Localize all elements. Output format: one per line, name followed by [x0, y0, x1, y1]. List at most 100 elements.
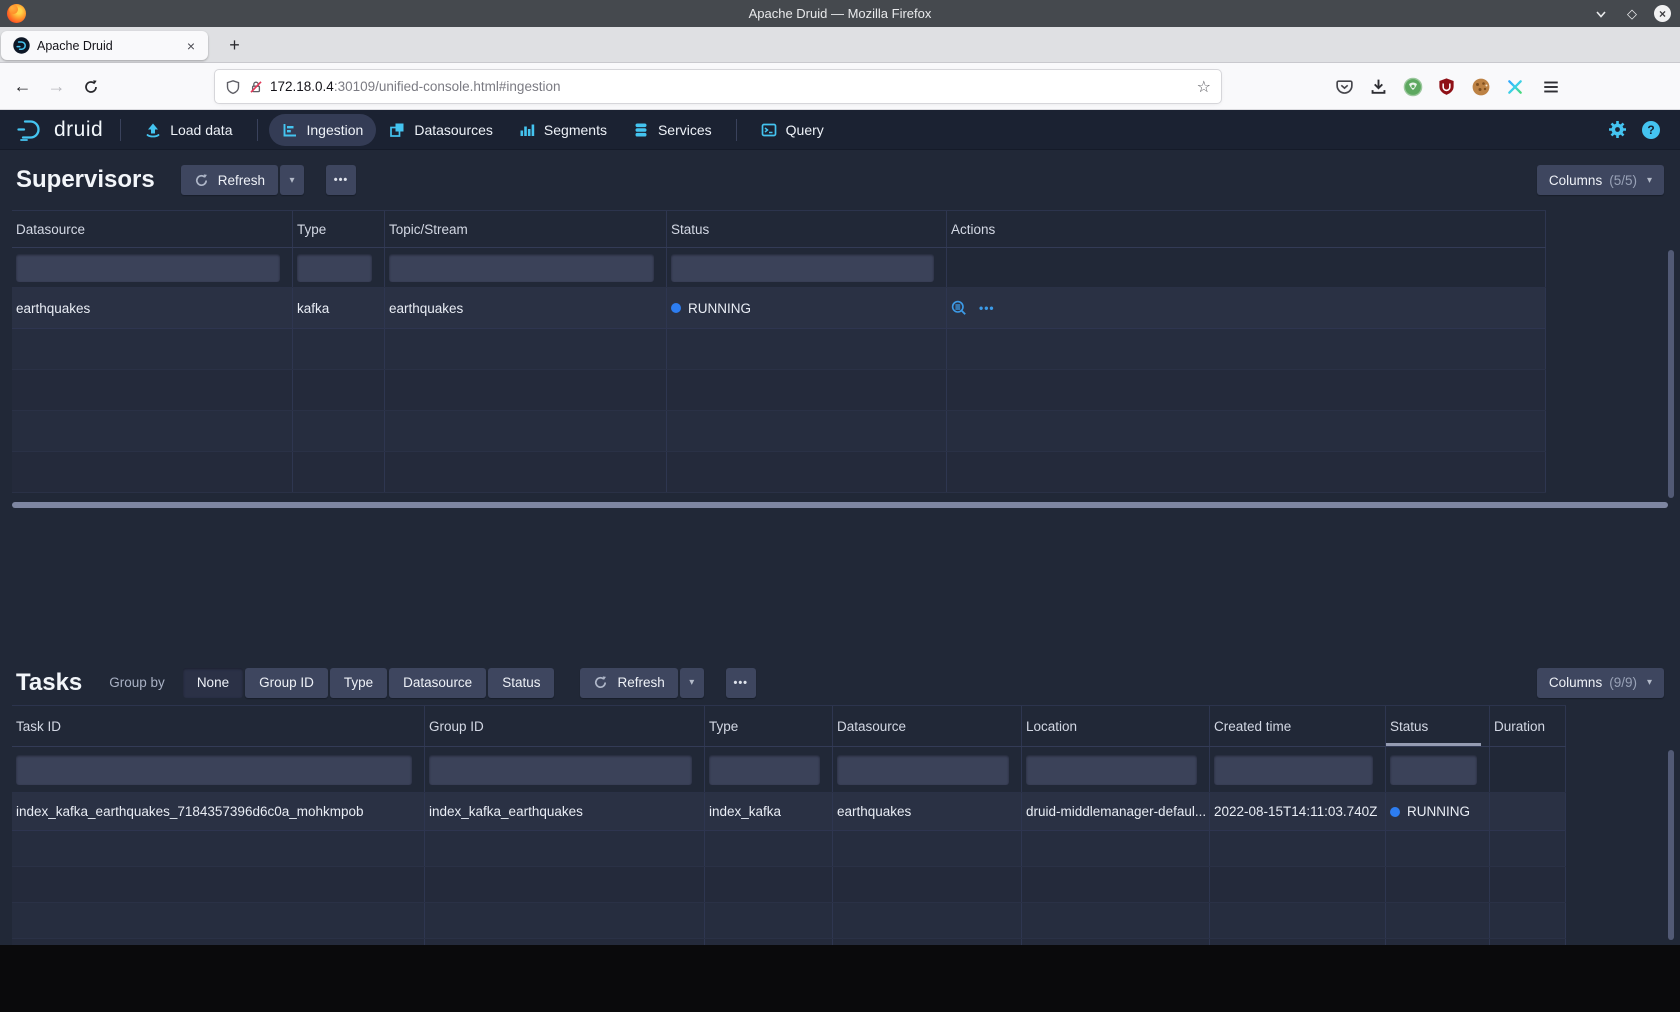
nav-item-query[interactable]: Query: [748, 114, 837, 146]
gear-icon[interactable]: [1608, 120, 1627, 139]
url-bar[interactable]: 172.18.0.4:30109/unified-console.html#in…: [215, 70, 1221, 103]
column-header-duration[interactable]: Duration: [1490, 706, 1566, 746]
supervisor-topic[interactable]: earthquakes: [385, 288, 667, 328]
caret-down-icon: ▾: [1647, 677, 1652, 688]
task-datasource[interactable]: earthquakes: [833, 793, 1022, 830]
empty-row: [12, 370, 1546, 411]
columns-count: (5/5): [1609, 173, 1637, 188]
task-status[interactable]: RUNNING: [1386, 793, 1490, 830]
filter-topic-input[interactable]: [389, 254, 654, 282]
help-icon[interactable]: ?: [1642, 121, 1660, 139]
filter-status-input[interactable]: [1390, 755, 1477, 785]
filter-type-input[interactable]: [709, 755, 820, 785]
column-header-datasource[interactable]: Datasource: [12, 211, 293, 247]
nav-item-services[interactable]: Services: [620, 114, 725, 146]
empty-row: [12, 411, 1546, 452]
group-by-none-button[interactable]: None: [183, 668, 243, 698]
column-header-group-id[interactable]: Group ID: [425, 706, 705, 746]
supervisor-status[interactable]: RUNNING: [667, 288, 947, 328]
task-type[interactable]: index_kafka: [705, 793, 833, 830]
magnify-detail-icon[interactable]: [951, 300, 967, 316]
group-by-type-button[interactable]: Type: [330, 668, 387, 698]
download-icon[interactable]: [1368, 76, 1389, 97]
column-header-topic[interactable]: Topic/Stream: [385, 211, 667, 247]
tasks-table: Task ID Group ID Type Datasource Locatio…: [12, 705, 1566, 945]
close-button[interactable]: ×: [1654, 5, 1671, 22]
filter-datasource-input[interactable]: [837, 755, 1009, 785]
filter-location-input[interactable]: [1026, 755, 1197, 785]
filter-datasource-input[interactable]: [16, 254, 280, 282]
supervisor-type[interactable]: kafka: [293, 288, 385, 328]
column-header-created-time[interactable]: Created time: [1210, 706, 1386, 746]
druid-brand[interactable]: druid: [16, 118, 103, 142]
supervisors-columns-button[interactable]: Columns (5/5) ▾: [1537, 165, 1664, 195]
ublock-icon[interactable]: [1436, 76, 1457, 97]
task-id[interactable]: index_kafka_earthquakes_7184357396d6c0a_…: [12, 793, 425, 830]
column-header-type[interactable]: Type: [705, 706, 833, 746]
cookie-icon[interactable]: [1470, 76, 1491, 97]
gantt-chart-icon: [282, 122, 298, 138]
extension-green-icon[interactable]: [1402, 76, 1423, 97]
task-created-time[interactable]: 2022-08-15T14:11:03.740Z: [1210, 793, 1386, 830]
filter-status-input[interactable]: [671, 254, 934, 282]
minimize-button[interactable]: [1592, 5, 1610, 23]
pocket-icon[interactable]: [1334, 76, 1355, 97]
supervisors-table: Datasource Type Topic/Stream Status Acti…: [12, 210, 1546, 493]
refresh-interval-button[interactable]: ▾: [680, 668, 704, 698]
filter-group-id-input[interactable]: [429, 755, 692, 785]
forward-button[interactable]: →: [42, 72, 71, 101]
browser-tab[interactable]: Apache Druid ×: [1, 31, 208, 60]
tasks-vertical-scrollbar[interactable]: [1668, 750, 1674, 940]
group-by-datasource-button[interactable]: Datasource: [389, 668, 486, 698]
nav-divider: [736, 119, 737, 141]
group-by-status-button[interactable]: Status: [488, 668, 554, 698]
new-tab-button[interactable]: +: [221, 32, 248, 59]
tab-title: Apache Druid: [37, 39, 182, 53]
tasks-columns-button[interactable]: Columns (9/9) ▾: [1537, 668, 1664, 698]
task-row[interactable]: index_kafka_earthquakes_7184357396d6c0a_…: [12, 793, 1566, 831]
layers-icon: [389, 122, 405, 138]
tasks-more-button[interactable]: •••: [726, 668, 756, 698]
filter-task-id-input[interactable]: [16, 755, 412, 785]
back-button[interactable]: ←: [8, 72, 37, 101]
task-duration[interactable]: [1490, 793, 1566, 830]
refresh-button[interactable]: Refresh: [181, 165, 278, 195]
supervisors-horizontal-scrollbar[interactable]: [12, 502, 1668, 508]
bookmark-star-icon[interactable]: ☆: [1197, 77, 1211, 97]
column-header-status[interactable]: Status: [667, 211, 947, 247]
nav-item-ingestion[interactable]: Ingestion: [269, 114, 377, 146]
row-more-icon[interactable]: •••: [979, 301, 995, 315]
insecure-lock-icon[interactable]: [248, 79, 264, 95]
task-location[interactable]: druid-middlemanager-defaul...: [1022, 793, 1210, 830]
maximize-icon: ◇: [1627, 6, 1637, 22]
nav-item-load-data[interactable]: Load data: [132, 114, 245, 146]
filter-type-input[interactable]: [297, 254, 372, 282]
column-header-location[interactable]: Location: [1022, 706, 1210, 746]
supervisor-datasource[interactable]: earthquakes: [12, 288, 293, 328]
group-by-group-id-button[interactable]: Group ID: [245, 668, 328, 698]
shield-permissions-icon[interactable]: [225, 79, 241, 95]
supervisors-more-button[interactable]: •••: [326, 165, 356, 195]
nav-item-segments[interactable]: Segments: [506, 114, 620, 146]
refresh-interval-button[interactable]: ▾: [280, 165, 304, 195]
column-header-type[interactable]: Type: [293, 211, 385, 247]
reload-button[interactable]: [76, 72, 105, 101]
filter-created-time-input[interactable]: [1214, 755, 1373, 785]
task-group-id[interactable]: index_kafka_earthquakes: [425, 793, 705, 830]
hamburger-icon: [1542, 78, 1560, 96]
screen: Apache Druid — Mozilla Firefox ◇ × Apach…: [0, 0, 1680, 1012]
url-text: 172.18.0.4:30109/unified-console.html#in…: [270, 79, 560, 94]
nav-item-datasources[interactable]: Datasources: [376, 114, 506, 146]
desktop-background: [0, 945, 1680, 1012]
maximize-button[interactable]: ◇: [1623, 5, 1641, 23]
column-header-datasource[interactable]: Datasource: [833, 706, 1022, 746]
supervisors-vertical-scrollbar[interactable]: [1668, 250, 1674, 498]
sparkle-extension-icon[interactable]: [1504, 76, 1525, 97]
column-header-task-id[interactable]: Task ID: [12, 706, 425, 746]
menu-button[interactable]: [1536, 72, 1565, 101]
refresh-button[interactable]: Refresh: [580, 668, 677, 698]
tab-close-icon[interactable]: ×: [182, 38, 200, 54]
supervisor-row[interactable]: earthquakes kafka earthquakes RUNNING ••…: [12, 288, 1546, 329]
column-header-status[interactable]: Status: [1386, 706, 1490, 746]
refresh-icon: [194, 173, 209, 188]
